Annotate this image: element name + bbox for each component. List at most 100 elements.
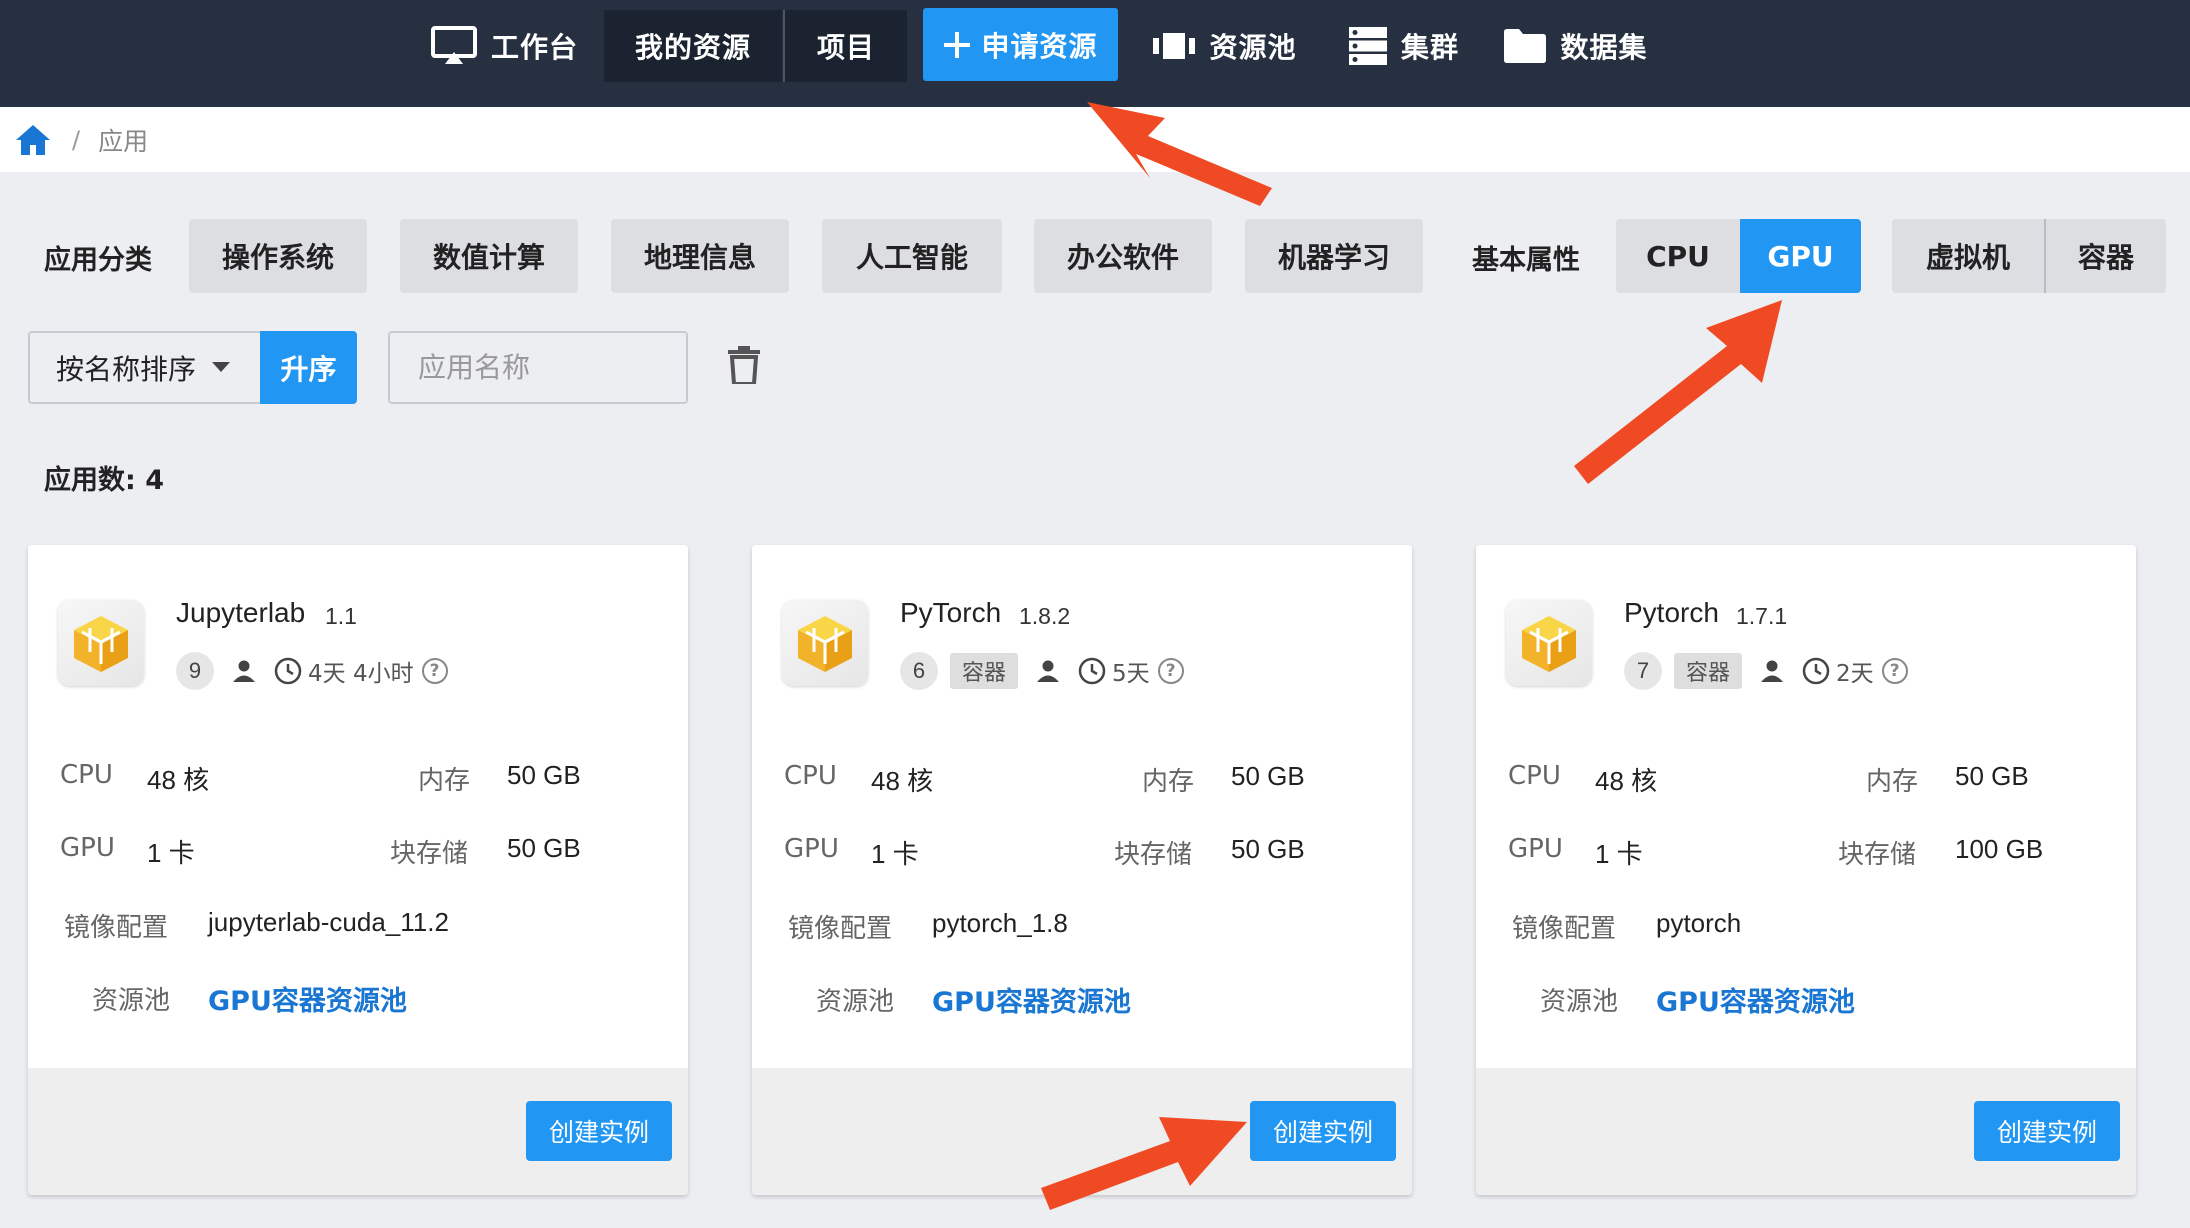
chevron-down-icon[interactable]	[212, 362, 230, 372]
memory-value: 50 GB	[507, 760, 581, 790]
category-chip-os[interactable]: 操作系统	[189, 219, 367, 293]
pool-label: 资源池	[1540, 987, 1619, 1017]
duration-text: 5天	[1112, 661, 1150, 687]
app-card: PyTorch 1.8.2 6 容器 5天 ? CPU 48 核 内存 50 G…	[752, 545, 1412, 1195]
nav-projects-label: 项目	[816, 31, 875, 64]
sort-field-value: 按名称排序	[56, 352, 197, 386]
create-instance-button[interactable]: 创建实例	[526, 1101, 672, 1161]
nav-apply-resource-button[interactable]: 申请资源	[923, 8, 1118, 81]
app-name: Pytorch	[1624, 597, 1719, 628]
help-icon[interactable]: ?	[1157, 658, 1184, 684]
app-name: PyTorch	[900, 597, 1002, 628]
image-value: pytorch	[1656, 908, 1742, 938]
nav-resource-pool[interactable]: 资源池	[1150, 10, 1300, 82]
duration-text: 2天	[1836, 661, 1874, 687]
app-version: 1.1	[325, 603, 357, 629]
gpu-value: 1 卡	[1595, 839, 1643, 869]
nav-dataset[interactable]: 数据集	[1504, 10, 1648, 82]
trash-icon[interactable]	[728, 346, 760, 384]
storage-value: 100 GB	[1955, 834, 2044, 864]
category-chip-ai[interactable]: 人工智能	[822, 219, 1002, 293]
server-rack-icon	[1348, 27, 1387, 65]
app-card: Pytorch 1.7.1 7 容器 2天 ? CPU 48 核 内存 50 G…	[1476, 545, 2136, 1195]
nav-my-resources[interactable]: 我的资源	[604, 10, 782, 82]
nav-projects[interactable]: 项目	[785, 10, 907, 82]
app-version: 1.8.2	[1019, 603, 1071, 629]
resource-pool-icon	[1153, 33, 1196, 59]
nav-cluster[interactable]: 集群	[1342, 10, 1466, 82]
nav-workbench[interactable]: 工作台	[412, 10, 597, 82]
clock-icon	[274, 657, 302, 685]
gpu-label: GPU	[60, 833, 115, 863]
cpu-label: CPU	[1508, 761, 1561, 791]
memory-label: 内存	[418, 766, 471, 796]
home-icon[interactable]	[16, 124, 50, 155]
nav-apply-resource-label: 申请资源	[981, 29, 1098, 63]
help-icon[interactable]: ?	[421, 658, 448, 684]
image-label: 镜像配置	[788, 914, 893, 944]
attr-chip-container[interactable]: 容器	[2046, 219, 2166, 293]
app-version: 1.7.1	[1736, 603, 1788, 629]
cpu-value: 48 核	[147, 765, 210, 795]
breadcrumb: / 应用	[0, 107, 2190, 172]
memory-value: 50 GB	[1231, 761, 1305, 791]
nav-workbench-label: 工作台	[490, 31, 578, 64]
create-instance-button[interactable]: 创建实例	[1974, 1101, 2120, 1161]
nav-dataset-label: 数据集	[1560, 31, 1648, 64]
attr-chip-cpu[interactable]: CPU	[1616, 219, 1740, 293]
container-tag: 容器	[1674, 653, 1743, 689]
duration-text: 4天 4小时	[308, 661, 414, 687]
category-chip-ml[interactable]: 机器学习	[1245, 219, 1423, 293]
container-tag: 容器	[950, 653, 1019, 689]
storage-value: 50 GB	[507, 833, 581, 863]
cpu-value: 48 核	[871, 766, 934, 796]
app-meta: 9 4天 4小时 ?	[176, 651, 448, 691]
storage-value: 50 GB	[1231, 834, 1305, 864]
user-icon	[232, 659, 256, 683]
memory-label: 内存	[1142, 767, 1195, 797]
resource-pool-link[interactable]: GPU容器资源池	[1656, 980, 1855, 1019]
instance-count-badge: 6	[900, 652, 938, 690]
instance-count-badge: 7	[1624, 652, 1662, 690]
user-icon	[1036, 659, 1060, 683]
memory-label: 内存	[1866, 767, 1919, 797]
storage-label: 块存储	[1114, 840, 1193, 870]
cpu-label: CPU	[784, 761, 837, 791]
card-footer: 创建实例	[1476, 1068, 2136, 1195]
attr-chip-vm[interactable]: 虚拟机	[1892, 219, 2044, 293]
app-meta: 7 容器 2天 ?	[1624, 651, 1908, 691]
card-footer: 创建实例	[28, 1068, 688, 1195]
resource-pool-link[interactable]: GPU容器资源池	[208, 979, 407, 1018]
image-label: 镜像配置	[64, 913, 169, 943]
gpu-value: 1 卡	[871, 839, 919, 869]
image-value: pytorch_1.8	[932, 908, 1068, 938]
app-logo-icon	[1506, 600, 1592, 686]
cpu-label: CPU	[60, 760, 113, 790]
pool-label: 资源池	[92, 986, 171, 1016]
category-chip-numeric[interactable]: 数值计算	[400, 219, 578, 293]
nav-my-resources-label: 我的资源	[634, 31, 751, 64]
card-footer: 创建实例	[752, 1068, 1412, 1195]
top-navbar: 工作台 我的资源 项目 申请资源 资源池 集群 数据集	[0, 0, 2190, 107]
category-label: 应用分类	[44, 245, 152, 276]
plus-icon	[944, 31, 971, 58]
sort-order-button[interactable]: 升序	[260, 331, 357, 404]
gpu-value: 1 卡	[147, 838, 195, 868]
create-instance-button[interactable]: 创建实例	[1250, 1101, 1396, 1161]
help-icon[interactable]: ?	[1881, 658, 1908, 684]
annotation-arrow-gpu	[1574, 300, 1782, 484]
category-chip-geo[interactable]: 地理信息	[611, 219, 789, 293]
gpu-label: GPU	[784, 834, 839, 864]
app-logo-icon	[58, 600, 144, 686]
image-value: jupyterlab-cuda_11.2	[208, 907, 449, 937]
user-icon	[1760, 659, 1784, 683]
attr-chip-gpu[interactable]: GPU	[1740, 219, 1861, 293]
breadcrumb-current: 应用	[98, 126, 149, 156]
category-chip-office[interactable]: 办公软件	[1034, 219, 1212, 293]
image-label: 镜像配置	[1512, 914, 1617, 944]
app-name-search-input[interactable]	[388, 331, 688, 404]
app-count: 应用数: 4	[44, 465, 164, 496]
resource-pool-link[interactable]: GPU容器资源池	[932, 980, 1131, 1019]
clock-icon	[1802, 657, 1830, 685]
storage-label: 块存储	[390, 839, 469, 869]
